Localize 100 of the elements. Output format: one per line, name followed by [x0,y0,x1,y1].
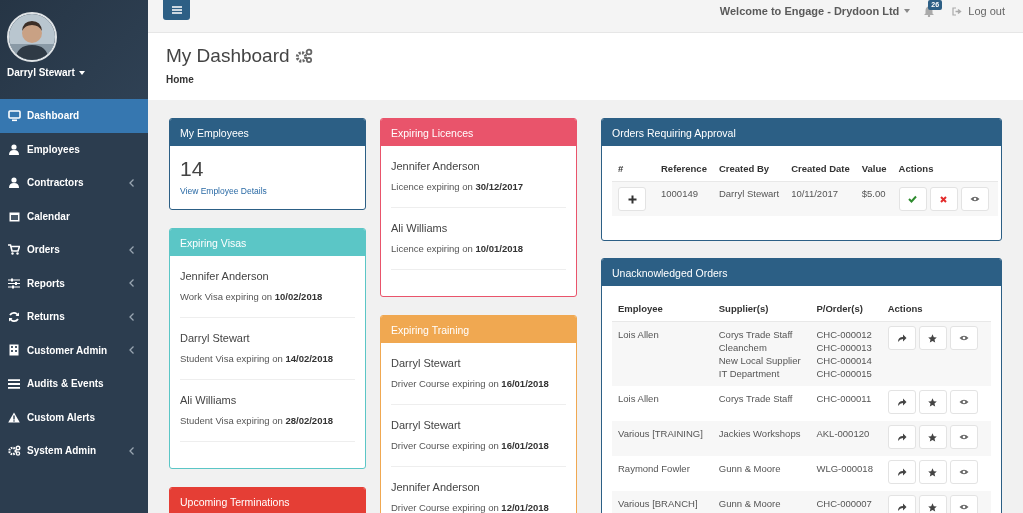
user-icon [9,143,19,155]
view-button[interactable] [949,326,978,350]
person-name: Ali Williams [391,221,449,236]
account-menu[interactable]: Welcome to Engage - Drydoon Ltd [719,5,911,17]
table-cell: Various [TRAINING] [618,428,703,439]
table-cell: Raymond Fowler [618,463,690,474]
user-menu[interactable]: Darryl Stewart [7,67,85,78]
nav-item[interactable]: System Admin [0,434,148,468]
expiry-text: Driver Course expiring on 12/01/2018 [391,501,550,513]
table-cell: $5.00 [861,188,886,199]
table-cell-text: CHC-000007 [816,497,873,510]
table-cell-text: Jackies Workshops [718,427,802,440]
caret-icon [904,9,911,13]
nav-item[interactable]: Customer Admin [0,333,148,367]
star-icon [928,432,938,442]
forward-button[interactable] [887,390,916,414]
column-header: # [618,163,624,174]
details-link[interactable]: View Employee Details [180,186,267,196]
table-cell-text: Corys Trade Staff [718,328,794,341]
eye-icon [958,399,969,405]
person-name: Jennifer Anderson [180,269,270,284]
expiry-text: Student Visa expiring on 14/02/2018 [180,352,334,366]
table-cell-text: CHC-000014 [816,354,873,367]
table-cell-text: Gunn & Moore [718,462,782,475]
share-icon [896,398,907,406]
caret-icon [78,70,85,75]
table-cell: 10/11/2017 [791,188,838,199]
logout-link[interactable]: Log out [952,5,1005,17]
column-header: Employee [618,303,663,314]
person-name: Darryl Stewart [180,331,251,346]
star-button[interactable] [918,460,947,484]
view-button[interactable] [949,390,978,414]
person-name: Darryl Stewart [391,418,462,433]
star-icon [928,333,938,343]
person-name: Darryl Stewart [391,356,462,371]
person-name: Jennifer Anderson [391,159,481,174]
star-button[interactable] [918,390,947,414]
approve-button[interactable] [898,187,927,211]
expiry-text: Driver Course expiring on 16/01/2018 [391,377,550,391]
view-button[interactable] [960,187,989,211]
nav-item[interactable]: Orders [0,233,148,267]
nav-item[interactable]: Returns [0,300,148,334]
view-button[interactable] [949,460,978,484]
column-header: Reference [661,163,707,174]
forward-button[interactable] [887,326,916,350]
table-cell-text: CHC-000012 [816,328,873,341]
employee-count: 14 [180,158,205,180]
nav-item[interactable]: Custom Alerts [0,400,148,434]
eye-icon [958,469,969,475]
logout-icon [952,6,963,16]
forward-button[interactable] [887,460,916,484]
cart-icon [8,244,20,256]
reject-button[interactable] [929,187,958,211]
column-header: Value [861,163,887,174]
column-header: Actions [887,303,923,314]
column-header: Supplier(s) [718,303,769,314]
share-icon [896,503,907,511]
nav-item[interactable]: Calendar [0,199,148,233]
expiry-text: Student Visa expiring on 28/02/2018 [180,414,334,428]
menu-button[interactable] [163,0,190,20]
table-cell-text: Gunn & Moore [718,497,782,510]
column-header: P/Order(s) [816,303,863,314]
check-icon [908,195,918,203]
table-cell-text: New Local Supplier [718,354,802,367]
star-button[interactable] [918,326,947,350]
refresh-icon [8,310,20,323]
eye-icon [958,434,969,440]
table-cell-text: CHC-000013 [816,341,873,354]
gears-icon [294,48,313,64]
star-button[interactable] [918,495,947,513]
table-cell: 1000149 [661,188,698,199]
star-button[interactable] [918,425,947,449]
share-icon [896,433,907,441]
nav-item[interactable]: Contractors [0,166,148,200]
table-cell: Various [BRANCH] [618,498,698,509]
table-cell: Lois Allen [618,393,659,404]
share-icon [896,334,907,342]
share-icon [896,468,907,476]
person-name: Ali Williams [180,393,238,408]
panel-title: Unacknowledged Orders [612,266,728,279]
forward-button[interactable] [887,495,916,513]
close-icon [940,195,948,203]
table-cell-text: IT Department [718,367,781,380]
monitor-icon [7,109,21,122]
table-cell: Darryl Stewart [718,188,780,199]
nav-item[interactable]: Reports [0,266,148,300]
card-title: Upcoming Terminations [180,495,290,508]
nav-item[interactable]: Audits & Events [0,367,148,401]
view-button[interactable] [949,495,978,513]
expand-button[interactable] [618,187,646,211]
expiry-text: Driver Course expiring on 16/01/2018 [391,439,550,453]
nav-item[interactable]: Dashboard [0,99,148,133]
view-button[interactable] [949,425,978,449]
building-icon [9,344,19,357]
table-cell: Lois Allen [618,329,659,340]
table-cell-text: Cleanchem [718,341,768,354]
breadcrumb-link[interactable]: Home [166,74,194,85]
nav-item[interactable]: Employees [0,132,148,166]
expiry-text: Licence expiring on 30/12/2017 [391,180,525,194]
forward-button[interactable] [887,425,916,449]
